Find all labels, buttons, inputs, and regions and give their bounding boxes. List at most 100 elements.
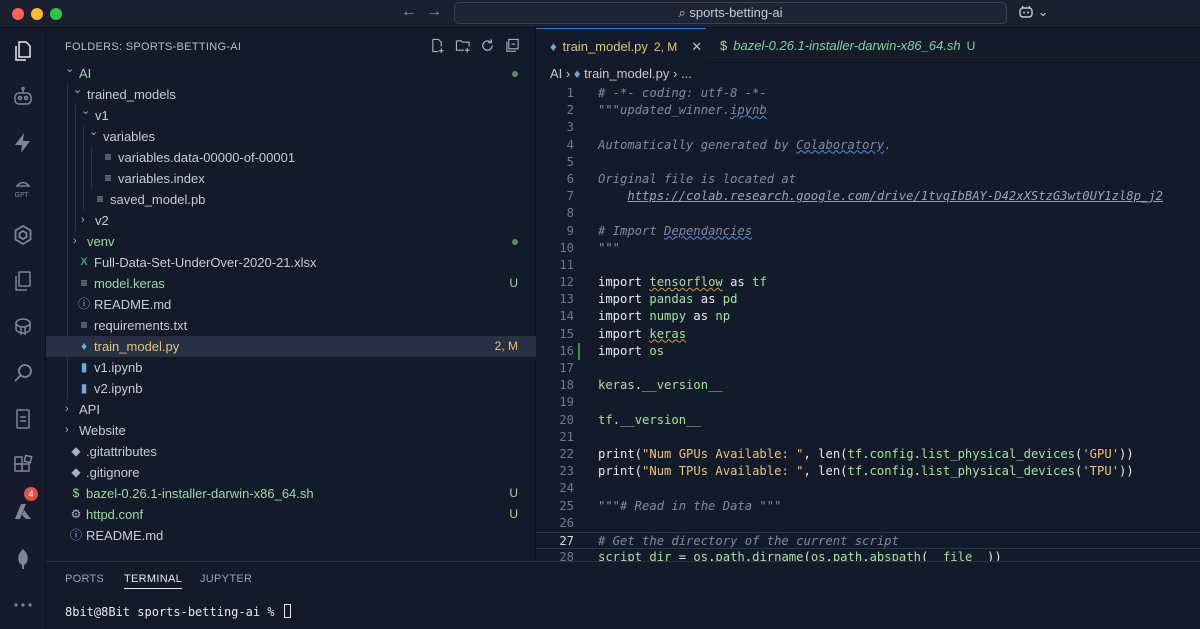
code-line[interactable]: 1 # -*- coding: utf-8 -*- — [536, 85, 1200, 102]
code-line[interactable]: 5 — [536, 154, 1200, 171]
tree-item[interactable]: ⓘ README.md — [46, 294, 536, 315]
code-line[interactable]: 2 """updated_winner.ipynb — [536, 102, 1200, 119]
breadcrumb-folder[interactable]: AI — [550, 66, 562, 81]
tree-item[interactable]: ◆ .gitignore — [46, 462, 536, 483]
tree-item[interactable]: ≡ saved_model.pb — [46, 189, 536, 210]
code-line[interactable]: 16 import os — [536, 342, 1200, 360]
tree-item[interactable]: ⌄ trained_models — [46, 84, 536, 105]
tree-item[interactable]: X Full-Data-Set-UnderOver-2020-21.xlsx — [46, 252, 536, 273]
code-token: pd — [722, 292, 738, 307]
chevron-right-icon: › — [65, 403, 69, 415]
new-file-icon[interactable] — [429, 37, 446, 54]
code-line[interactable]: 26 — [536, 515, 1200, 532]
code-line[interactable]: 8 — [536, 205, 1200, 222]
tab-train-model-py[interactable]: ♦ train_model.py 2, M ✕ — [536, 28, 706, 63]
tree-item[interactable]: ≡ variables.data-00000-of-00001 — [46, 147, 536, 168]
code-line[interactable]: 27 # Get the directory of the current scr… — [536, 531, 1200, 550]
gpt-icon[interactable]: GPT — [8, 174, 38, 204]
close-window-button[interactable] — [12, 8, 24, 20]
code-line[interactable]: 21 — [536, 429, 1200, 446]
copilot-menu[interactable]: ⌄ — [1018, 4, 1049, 20]
code-line[interactable]: 9 # Import Dependancies — [536, 223, 1200, 240]
collapse-all-icon[interactable] — [504, 37, 521, 54]
tree-item[interactable]: ▮ v1.ipynb — [46, 357, 536, 378]
tab-terminal[interactable]: TERMINAL — [124, 573, 183, 589]
tree-item[interactable]: ⌄ variables — [46, 126, 536, 147]
code-token: as — [686, 309, 716, 324]
breadcrumb-symbol[interactable]: ... — [681, 66, 692, 81]
code-line[interactable]: 11 — [536, 257, 1200, 274]
tab-jupyter[interactable]: JUPYTER — [200, 573, 252, 585]
code-text: import pandas as pd — [598, 291, 737, 308]
code-line[interactable]: 6 Original file is located at — [536, 171, 1200, 188]
search-icon[interactable] — [8, 358, 38, 388]
tree-item[interactable]: ≡ requirements.txt — [46, 315, 536, 336]
code-line[interactable]: 14 import numpy as np — [536, 308, 1200, 325]
code-text: """ — [598, 240, 620, 257]
lightning-icon[interactable] — [8, 128, 38, 158]
back-arrow-icon[interactable]: ← — [401, 3, 417, 21]
code-line[interactable]: 17 — [536, 360, 1200, 377]
close-tab-icon[interactable]: ✕ — [691, 39, 702, 54]
code-line[interactable]: 19 — [536, 394, 1200, 411]
azure-icon[interactable] — [8, 498, 38, 528]
tree-item[interactable]: ⌄ v1 — [46, 105, 536, 126]
remote-icon[interactable] — [8, 404, 38, 434]
forward-arrow-icon[interactable]: → — [426, 3, 442, 21]
tree-item[interactable]: › API — [46, 399, 536, 420]
code-line[interactable]: 15 import keras — [536, 326, 1200, 343]
code-editor[interactable]: 1 # -*- coding: utf-8 -*- 2 """updated_winn… — [536, 85, 1200, 561]
code-line[interactable]: 7 https://colab.research.google.com/driv… — [536, 188, 1200, 205]
code-token: __file__ — [928, 550, 987, 561]
copy-icon[interactable] — [8, 266, 38, 296]
code-line[interactable]: 28 script_dir = os.path.dirname(os.path.a… — [536, 549, 1200, 561]
code-line[interactable]: 20 tf.__version__ — [536, 412, 1200, 429]
code-line[interactable]: 10 """ — [536, 240, 1200, 257]
tab-bazel-installer[interactable]: $ bazel-0.26.1-installer-darwin-x86_64.sh… — [706, 28, 1016, 63]
indent-guide — [83, 126, 84, 147]
mongodb-icon[interactable] — [8, 544, 38, 574]
file-icon: ≡ — [80, 318, 88, 332]
code-line[interactable]: 3 — [536, 119, 1200, 136]
code-line[interactable]: 4 Automatically generated by Colaboratory… — [536, 137, 1200, 154]
explorer-icon[interactable] — [8, 36, 38, 66]
indent-guide — [67, 105, 68, 126]
breadcrumb: AI › ♦ train_model.py › ... — [536, 63, 1200, 85]
extensions-icon[interactable] — [8, 450, 38, 480]
code-line[interactable]: 24 — [536, 480, 1200, 497]
new-folder-icon[interactable] — [454, 37, 471, 54]
tree-item[interactable]: ⚙ httpd.conf U — [46, 504, 536, 525]
code-line[interactable]: 18 keras.__version__ — [536, 377, 1200, 394]
breadcrumb-file[interactable]: train_model.py — [584, 66, 669, 81]
code-line[interactable]: 12 import tensorflow as tf — [536, 274, 1200, 291]
command-center-search[interactable]: ⌕ sports-betting-ai — [454, 2, 1007, 24]
tree-item[interactable]: $ bazel-0.26.1-installer-darwin-x86_64.sh… — [46, 483, 536, 504]
tree-item[interactable]: ▮ v2.ipynb — [46, 378, 536, 399]
code-line[interactable]: 25 """# Read in the Data """ — [536, 498, 1200, 515]
tree-item[interactable]: › v2 — [46, 210, 536, 231]
code-line[interactable]: 23 print("Num TPUs Available: ", len(tf.c… — [536, 463, 1200, 480]
copilot-chat-icon[interactable] — [8, 82, 38, 112]
tree-item[interactable]: ≡ variables.index — [46, 168, 536, 189]
tree-item[interactable]: ⌄ AI — [46, 63, 536, 84]
tree-item[interactable]: ♦ train_model.py 2, M — [46, 336, 536, 357]
tree-item[interactable]: ◆ .gitattributes — [46, 441, 536, 462]
more-icon[interactable] — [8, 590, 38, 620]
tree-item[interactable]: ⓘ README.md — [46, 525, 536, 546]
database-icon[interactable] — [8, 312, 38, 342]
tree-item[interactable]: › Website — [46, 420, 536, 441]
zoom-window-button[interactable] — [50, 8, 62, 20]
tree-item[interactable]: ≡ model.keras U — [46, 273, 536, 294]
code-text: tf.__version__ — [598, 412, 701, 429]
terminal[interactable]: 8bit@8Bit sports-betting-ai % — [65, 604, 291, 619]
refresh-icon[interactable] — [479, 37, 496, 54]
minimize-window-button[interactable] — [31, 8, 43, 20]
code-line[interactable]: 13 import pandas as pd — [536, 291, 1200, 308]
code-token: . — [612, 412, 621, 427]
tab-ports[interactable]: PORTS — [65, 573, 104, 585]
tree-item[interactable]: › venv — [46, 231, 536, 252]
line-number: 21 — [559, 429, 574, 444]
tree-item-label: Website — [79, 423, 126, 438]
code-line[interactable]: 22 print("Num GPUs Available: ", len(tf.c… — [536, 446, 1200, 463]
openai-icon[interactable] — [8, 220, 38, 250]
